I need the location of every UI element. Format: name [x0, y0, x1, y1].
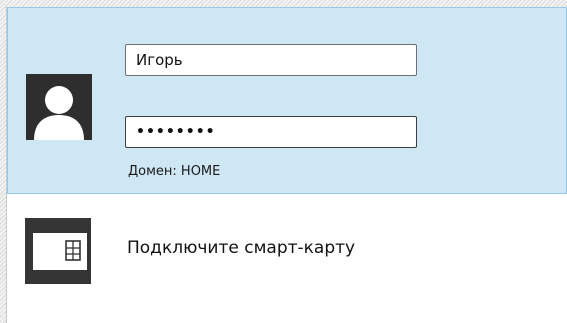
smartcard-prompt-label: Подключите смарт-карту — [127, 238, 356, 258]
smart-card-tile-icon — [25, 218, 91, 284]
credential-provider-panel: Домен: HOME Подключите смарт-карту — [6, 7, 567, 323]
username-input[interactable] — [125, 44, 417, 76]
user-silhouette-icon — [34, 86, 84, 140]
user-avatar — [26, 74, 92, 140]
domain-label: Домен: HOME — [128, 164, 221, 179]
password-credential-tile[interactable]: Домен: HOME — [7, 7, 567, 194]
password-input[interactable] — [125, 116, 417, 148]
smartcard-credential-tile[interactable]: Подключите смарт-карту — [7, 194, 567, 323]
smart-card-icon — [33, 233, 87, 270]
